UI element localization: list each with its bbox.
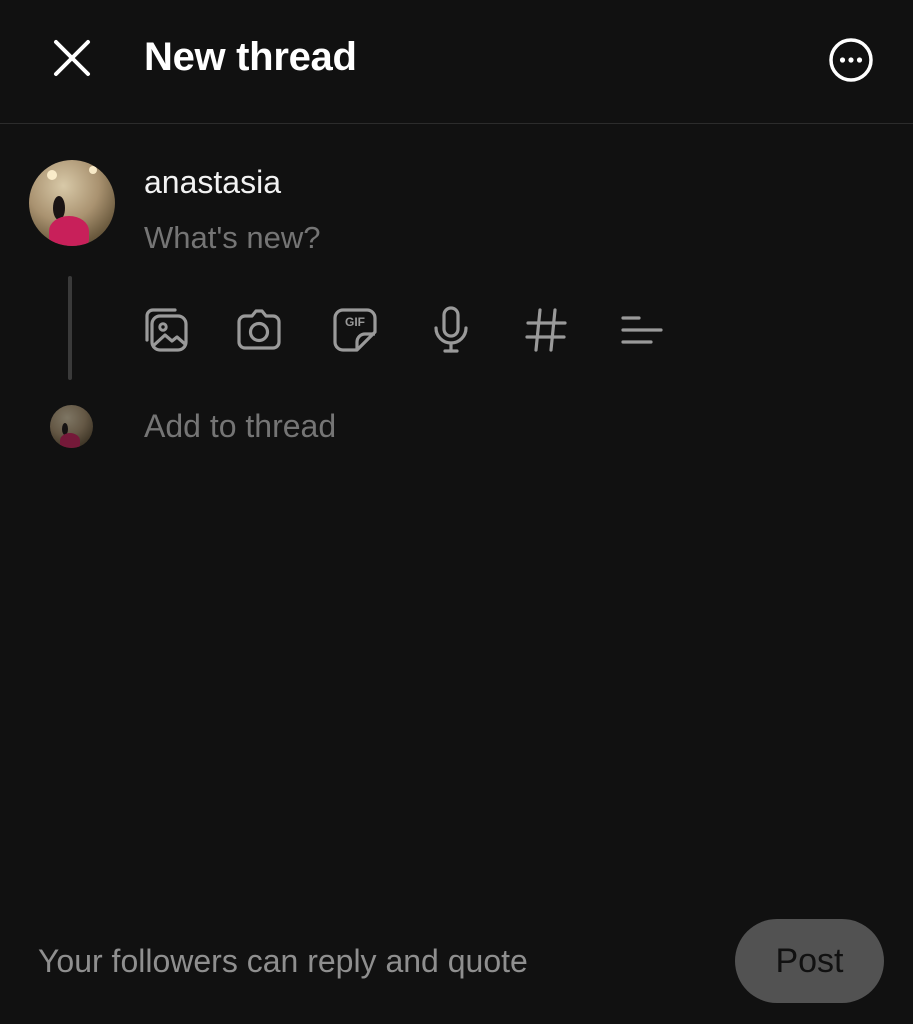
gif-icon: GIF [333, 308, 377, 352]
gallery-icon [145, 308, 188, 352]
avatar-small [50, 405, 93, 448]
post-button[interactable]: Post [735, 919, 884, 1003]
more-horizontal-circle-icon [829, 38, 873, 82]
gallery-button[interactable] [135, 300, 195, 360]
poll-icon [621, 316, 663, 344]
camera-icon [237, 309, 281, 350]
page-title: New thread [144, 35, 357, 79]
header: New thread [0, 0, 913, 124]
username: anastasia [144, 164, 281, 200]
reply-permission-setting[interactable]: Your followers can reply and quote [38, 941, 528, 981]
new-thread-screen: New thread anastasia What's new? GIF Add… [0, 0, 913, 1024]
more-options-button[interactable] [824, 33, 878, 87]
microphone-button[interactable] [421, 300, 481, 360]
thread-connector-line [68, 276, 72, 380]
close-icon [54, 40, 90, 76]
thread-text-input[interactable] [144, 218, 844, 258]
hashtag-icon [525, 308, 567, 352]
add-to-thread-input[interactable] [144, 406, 744, 446]
hashtag-button[interactable] [516, 300, 576, 360]
avatar [29, 160, 115, 246]
close-button[interactable] [44, 30, 100, 86]
gif-button[interactable]: GIF [325, 300, 385, 360]
camera-button[interactable] [229, 300, 289, 360]
poll-button[interactable] [611, 300, 671, 360]
microphone-icon [434, 306, 468, 353]
svg-text:GIF: GIF [345, 315, 365, 329]
